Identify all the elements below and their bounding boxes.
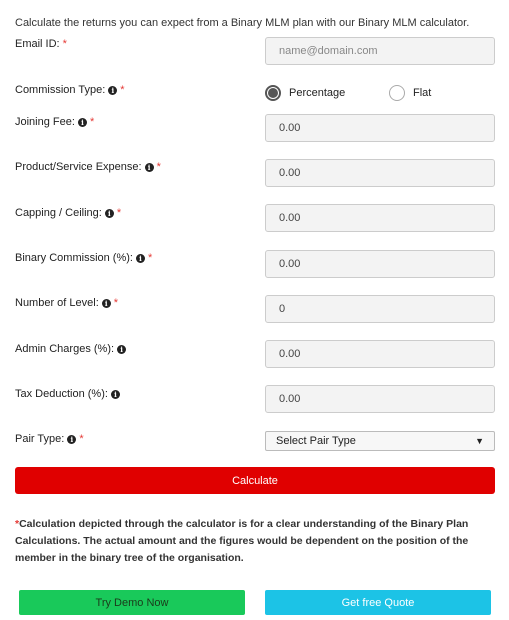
info-icon: i	[104, 208, 114, 218]
binary-commission-input[interactable]: 0.00	[265, 250, 495, 278]
required-mark: *	[116, 207, 122, 219]
tax-deduction-input[interactable]: 0.00	[265, 385, 495, 413]
disclaimer-text: Calculation depicted through the calcula…	[15, 518, 469, 564]
radio-percentage[interactable]: Percentage	[265, 85, 345, 101]
pair-type-selected: Select Pair Type	[276, 435, 356, 447]
tax-deduction-label: Tax Deduction (%): i	[15, 388, 120, 400]
admin-charges-label: Admin Charges (%): i	[15, 343, 127, 355]
info-icon: i	[117, 344, 127, 354]
required-mark: *	[62, 38, 67, 50]
admin-charges-input[interactable]: 0.00	[265, 340, 495, 368]
product-expense-label: Product/Service Expense: i *	[15, 161, 161, 173]
binary-commission-label: Binary Commission (%): i *	[15, 252, 152, 264]
tax-deduction-label-text: Tax Deduction (%):	[15, 388, 108, 400]
number-of-level-label: Number of Level: i *	[15, 297, 118, 309]
commission-type-label-text: Commission Type:	[15, 84, 106, 96]
commission-type-label: Commission Type: i *	[15, 84, 125, 96]
info-icon: i	[77, 117, 87, 127]
try-demo-button[interactable]: Try Demo Now	[19, 590, 245, 615]
required-mark: *	[156, 161, 161, 173]
binary-commission-label-text: Binary Commission (%):	[15, 252, 133, 264]
product-expense-label-text: Product/Service Expense:	[15, 161, 142, 173]
number-of-level-label-text: Number of Level:	[15, 297, 99, 309]
required-mark: *	[79, 433, 84, 445]
radio-unchecked-icon[interactable]	[389, 85, 405, 101]
info-icon: i	[101, 298, 111, 308]
pair-type-label: Pair Type: i *	[15, 433, 84, 445]
radio-dot	[268, 88, 278, 98]
email-label: Email ID: *	[15, 38, 67, 50]
info-icon: i	[135, 253, 145, 263]
capping-input[interactable]: 0.00	[265, 204, 495, 232]
pair-type-select[interactable]: Select Pair Type ▼	[265, 431, 495, 451]
required-mark: *	[113, 297, 119, 309]
required-mark: *	[147, 252, 153, 264]
admin-charges-label-text: Admin Charges (%):	[15, 343, 115, 355]
joining-fee-label-text: Joining Fee:	[15, 116, 75, 128]
radio-percentage-label: Percentage	[289, 87, 346, 99]
radio-checked-icon[interactable]	[265, 85, 281, 101]
intro-text: Calculate the returns you can expect fro…	[15, 17, 470, 29]
number-of-level-input[interactable]: 0	[265, 295, 495, 323]
disclaimer: *Calculation depicted through the calcul…	[15, 516, 497, 567]
joining-fee-label: Joining Fee: i *	[15, 116, 94, 128]
email-label-text: Email ID:	[15, 38, 60, 50]
info-icon: i	[110, 389, 120, 399]
email-input[interactable]: name@domain.com	[265, 37, 495, 65]
caret-down-icon: ▼	[475, 436, 484, 446]
get-quote-button[interactable]: Get free Quote	[265, 590, 491, 615]
radio-flat[interactable]: Flat	[389, 85, 431, 101]
info-icon: i	[108, 85, 118, 95]
calculate-button[interactable]: Calculate	[15, 467, 495, 494]
info-icon: i	[144, 162, 154, 172]
capping-label-text: Capping / Ceiling:	[15, 207, 102, 219]
required-mark: *	[89, 116, 95, 128]
pair-type-label-text: Pair Type:	[15, 433, 65, 445]
required-mark: *	[120, 84, 125, 96]
radio-flat-label: Flat	[413, 87, 432, 99]
capping-label: Capping / Ceiling: i *	[15, 207, 121, 219]
info-icon: i	[67, 434, 77, 444]
product-expense-input[interactable]: 0.00	[265, 159, 495, 187]
joining-fee-input[interactable]: 0.00	[265, 114, 495, 142]
